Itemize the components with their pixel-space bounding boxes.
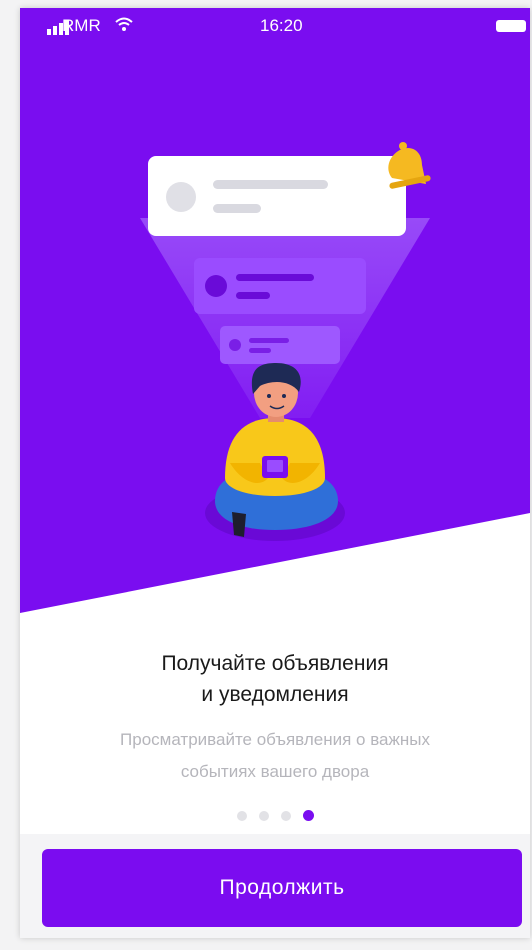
page-indicator [20, 810, 530, 824]
carrier-name: RMR [62, 16, 101, 35]
title-line-2: и уведомления [201, 683, 349, 706]
hero-illustration [20, 8, 530, 613]
page-dot[interactable] [236, 811, 247, 821]
page-dot[interactable] [258, 811, 269, 821]
clock: 16:20 [260, 16, 303, 35]
subtitle-line-2: событиях вашего двора [180, 762, 370, 781]
onboarding-screen: RMR 16:20 Получайте объявления и уведомл… [20, 8, 530, 938]
page-dot-active[interactable] [302, 810, 314, 821]
title-line-1: Получайте объявления [161, 652, 389, 675]
wifi-icon [115, 17, 133, 31]
notification-card-faint [220, 326, 340, 364]
notification-card-faded [194, 258, 366, 314]
battery-icon [496, 20, 526, 32]
page-dot[interactable] [280, 811, 291, 821]
status-bar: RMR 16:20 [20, 8, 530, 44]
continue-button[interactable]: Продолжить [42, 849, 522, 927]
notification-card [148, 156, 406, 236]
page-title: Получайте объявления и уведомления [20, 648, 530, 710]
subtitle-line-1: Просматривайте объявления о важных [120, 730, 430, 749]
page-subtitle: Просматривайте объявления о важных событ… [50, 724, 500, 788]
